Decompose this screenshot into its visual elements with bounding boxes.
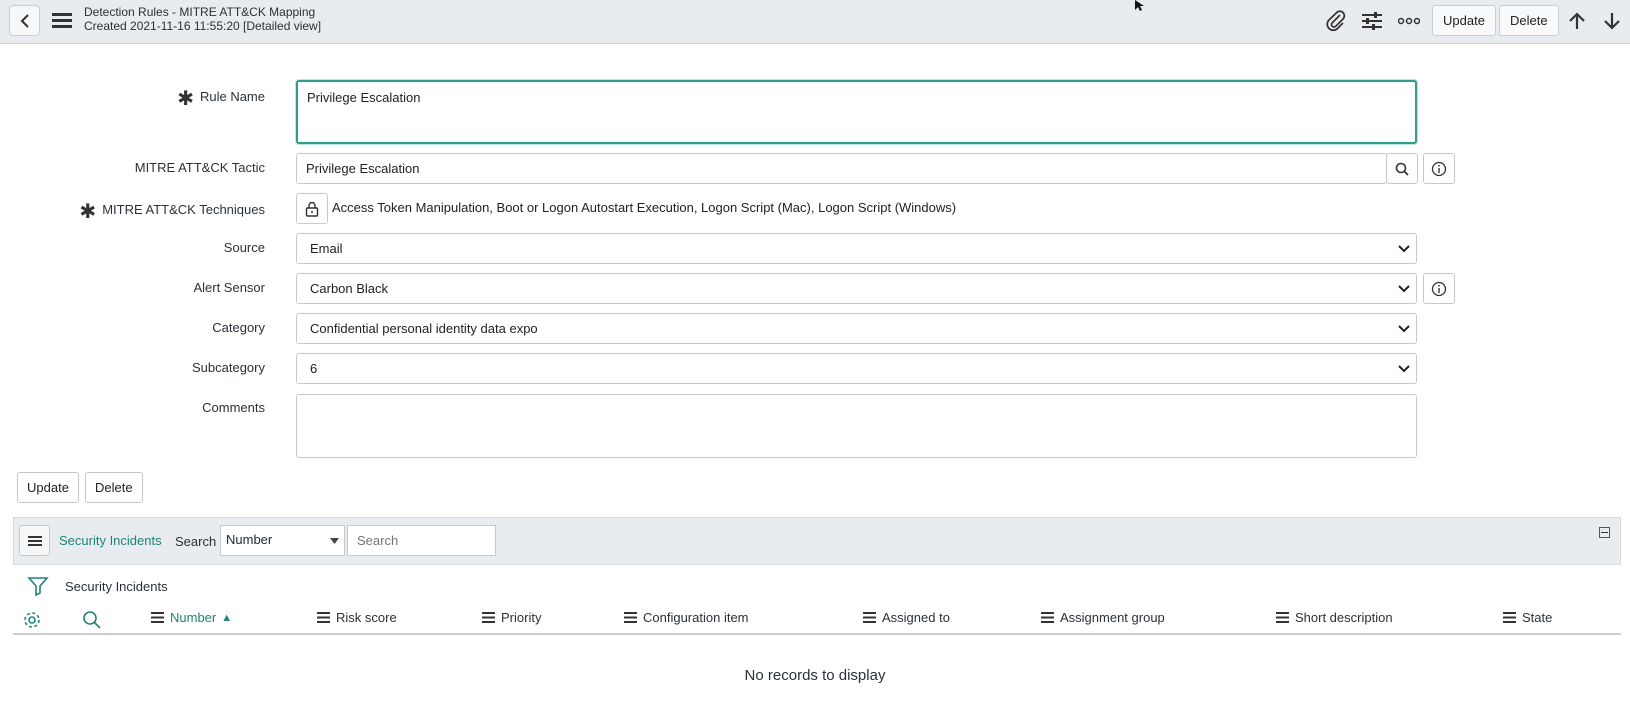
column-label-assigned-to: Assigned to bbox=[882, 610, 950, 625]
alert-sensor-value: Carbon Black bbox=[310, 281, 389, 296]
column-header-assignment-group[interactable]: Assignment group bbox=[1041, 610, 1165, 625]
column-label-configuration-item: Configuration item bbox=[643, 610, 749, 625]
column-menu-icon bbox=[151, 612, 164, 623]
tab-security-incidents[interactable]: Security Incidents bbox=[59, 533, 162, 548]
chevron-left-icon bbox=[20, 13, 29, 28]
search-field-select[interactable]: Number bbox=[220, 525, 345, 556]
tactic-lookup-button[interactable] bbox=[1386, 153, 1418, 184]
column-menu-icon bbox=[624, 612, 637, 623]
update-button[interactable]: Update bbox=[17, 472, 79, 503]
search-field-value: Number bbox=[226, 532, 273, 547]
context-menu-icon[interactable] bbox=[52, 11, 72, 29]
mouse-cursor-icon bbox=[1135, 0, 1145, 15]
page-subtitle: Created 2021-11-16 11:55:20 [Detailed vi… bbox=[84, 19, 322, 33]
required-asterisk-icon: ✱ bbox=[79, 201, 97, 223]
column-label-assignment-group: Assignment group bbox=[1060, 610, 1165, 625]
category-label: Category bbox=[212, 320, 265, 335]
subcategory-label: Subcategory bbox=[192, 360, 265, 375]
search-input[interactable] bbox=[347, 525, 496, 556]
column-menu-icon bbox=[317, 612, 330, 623]
column-header-divider bbox=[13, 633, 1621, 635]
tactic-value: Privilege Escalation bbox=[306, 161, 420, 176]
column-menu-icon bbox=[1276, 612, 1289, 623]
column-label-short-description: Short description bbox=[1295, 610, 1393, 625]
rule-name-label-text: Rule Name bbox=[199, 89, 265, 104]
search-icon bbox=[1395, 162, 1409, 176]
list-context-menu-button[interactable] bbox=[19, 525, 50, 556]
back-button[interactable] bbox=[9, 5, 40, 36]
lock-icon bbox=[305, 201, 319, 217]
column-header-priority[interactable]: Priority bbox=[482, 610, 541, 625]
info-icon bbox=[1431, 161, 1447, 176]
tactic-info-button[interactable] bbox=[1423, 153, 1455, 184]
page-title: Detection Rules - MITRE ATT&CK Mapping bbox=[84, 5, 316, 19]
search-label: Search bbox=[175, 534, 217, 549]
rule-name-value: Privilege Escalation bbox=[307, 90, 421, 105]
techniques-label-text: MITRE ATT&CK Techniques bbox=[102, 202, 265, 217]
techniques-unlock-button[interactable] bbox=[296, 193, 328, 224]
comments-textarea[interactable] bbox=[296, 394, 1417, 458]
chevron-down-icon bbox=[1398, 244, 1410, 252]
column-label-priority: Priority bbox=[501, 610, 542, 625]
previous-record-arrow-up-icon[interactable] bbox=[1564, 9, 1590, 33]
category-select[interactable]: Confidential personal identity data expo bbox=[296, 313, 1417, 344]
related-list-header: Security Incidents Search Number bbox=[13, 517, 1621, 565]
alert-sensor-label: Alert Sensor bbox=[193, 280, 265, 295]
column-label-risk-score: Risk score bbox=[336, 610, 397, 625]
tactic-input[interactable]: Privilege Escalation bbox=[296, 153, 1387, 184]
attachment-icon[interactable] bbox=[1323, 9, 1349, 33]
column-header-short-description[interactable]: Short description bbox=[1276, 610, 1393, 625]
info-icon bbox=[1431, 281, 1447, 296]
column-label-state: State bbox=[1522, 610, 1553, 625]
chevron-down-icon bbox=[1398, 284, 1410, 292]
column-menu-icon bbox=[482, 612, 495, 623]
hamburger-menu-icon bbox=[27, 535, 42, 546]
column-menu-icon bbox=[1041, 612, 1054, 623]
header-delete-button[interactable]: Delete bbox=[1499, 5, 1559, 36]
form-header: Detection Rules - MITRE ATT&CK Mapping C… bbox=[0, 0, 1630, 44]
subcategory-select[interactable]: 6 bbox=[296, 353, 1417, 384]
chevron-down-icon bbox=[1398, 324, 1410, 332]
column-menu-icon bbox=[863, 612, 876, 623]
techniques-value: Access Token Manipulation, Boot or Logon… bbox=[332, 200, 957, 215]
column-label-number: Number bbox=[170, 610, 217, 625]
source-value: Email bbox=[310, 241, 343, 256]
column-header-assigned-to[interactable]: Assigned to bbox=[863, 610, 950, 625]
sort-ascending-icon: ▲ bbox=[221, 611, 233, 624]
column-header-state[interactable]: State bbox=[1503, 610, 1552, 625]
category-value: Confidential personal identity data expo bbox=[310, 321, 538, 336]
rule-name-input[interactable]: Privilege Escalation bbox=[296, 80, 1417, 144]
comments-label: Comments bbox=[202, 400, 265, 415]
empty-list-message: No records to display bbox=[744, 667, 886, 684]
filter-icon[interactable] bbox=[27, 575, 49, 600]
list-title: Security Incidents bbox=[65, 579, 168, 594]
column-menu-icon bbox=[1503, 612, 1516, 623]
personalize-form-icon[interactable] bbox=[1359, 9, 1385, 33]
required-asterisk-icon: ✱ bbox=[177, 88, 194, 110]
header-update-button[interactable]: Update bbox=[1432, 5, 1496, 36]
personalize-list-gear-icon[interactable] bbox=[22, 610, 42, 633]
rule-name-label: ✱ Rule Name bbox=[177, 86, 265, 111]
column-header-number[interactable]: Number ▲ bbox=[151, 610, 232, 625]
alert-sensor-select[interactable]: Carbon Black bbox=[296, 273, 1417, 304]
column-search-icon[interactable] bbox=[82, 610, 102, 633]
tactic-label: MITRE ATT&CK Tactic bbox=[134, 160, 265, 175]
source-label: Source bbox=[223, 240, 265, 255]
column-header-configuration-item[interactable]: Configuration item bbox=[624, 610, 749, 625]
column-header-risk-score[interactable]: Risk score bbox=[317, 610, 397, 625]
source-select[interactable]: Email bbox=[296, 233, 1417, 264]
subcategory-value: 6 bbox=[310, 361, 318, 376]
chevron-down-icon bbox=[1398, 364, 1410, 372]
caret-down-icon bbox=[330, 538, 339, 544]
more-options-icon[interactable] bbox=[1396, 9, 1422, 33]
delete-button[interactable]: Delete bbox=[85, 472, 143, 503]
techniques-label: ✱ MITRE ATT&CK Techniques bbox=[79, 199, 265, 224]
next-record-arrow-down-icon[interactable] bbox=[1599, 9, 1625, 33]
alert-sensor-info-button[interactable] bbox=[1423, 273, 1455, 304]
collapse-icon[interactable] bbox=[1599, 527, 1610, 538]
